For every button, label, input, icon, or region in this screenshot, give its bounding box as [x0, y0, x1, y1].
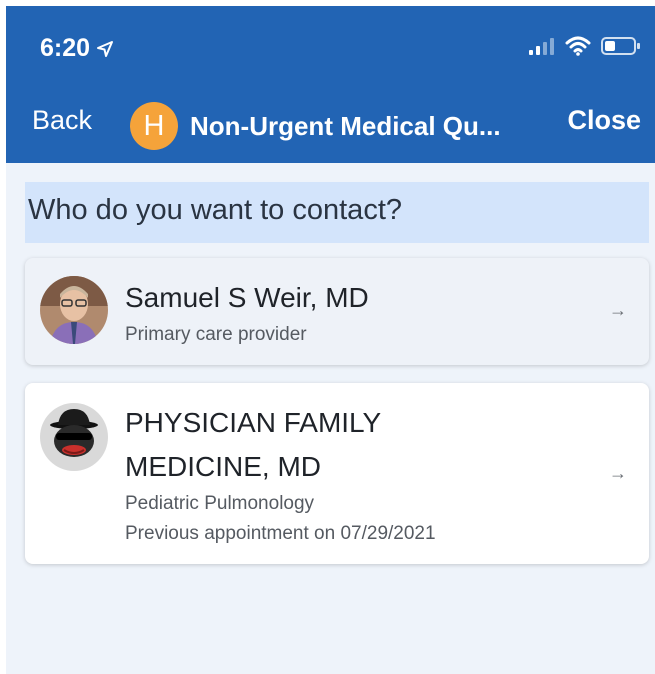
contact-prompt: Who do you want to contact? — [25, 182, 649, 243]
cellular-signal-icon — [529, 38, 554, 55]
provider-role: Primary care provider — [125, 324, 307, 345]
header-bar: 6:20 Back H Non-Urgent Medical Qu... Clo… — [6, 6, 655, 163]
provider-placeholder-avatar — [40, 403, 108, 471]
provider-name-line-2: MEDICINE, MD — [125, 451, 321, 482]
previous-appointment: Previous appointment on 07/29/2021 — [125, 523, 436, 544]
nav-title-group: H Non-Urgent Medical Qu... — [130, 102, 501, 150]
page-title: Non-Urgent Medical Qu... — [190, 110, 501, 141]
location-arrow-icon — [97, 40, 114, 57]
provider-specialty: Pediatric Pulmonology — [125, 493, 315, 514]
provider-photo-avatar — [40, 276, 108, 344]
provider-name: Samuel S Weir, MD — [125, 282, 369, 313]
provider-info: PHYSICIAN FAMILY MEDICINE, MD Pediatric … — [125, 401, 599, 549]
right-arrow-icon: → — [609, 463, 627, 483]
wifi-icon — [565, 36, 591, 56]
close-button[interactable]: Close — [567, 105, 641, 136]
organization-initial: H — [143, 109, 165, 142]
clock-text: 6:20 — [40, 34, 91, 62]
provider-card-physician-family-medicine[interactable]: PHYSICIAN FAMILY MEDICINE, MD Pediatric … — [25, 383, 649, 564]
status-time: 6:20 — [40, 34, 114, 63]
back-button[interactable]: Back — [32, 105, 92, 136]
status-icons — [529, 36, 641, 56]
provider-info: Samuel S Weir, MD Primary care provider — [125, 276, 599, 350]
organization-badge: H — [130, 102, 178, 150]
nav-bar: Back H Non-Urgent Medical Qu... Close — [6, 102, 655, 150]
provider-card-samuel-weir[interactable]: Samuel S Weir, MD Primary care provider … — [25, 258, 649, 365]
app-screen: 6:20 Back H Non-Urgent Medical Qu... Clo… — [6, 6, 655, 674]
right-arrow-icon: → — [609, 300, 627, 320]
battery-icon — [601, 37, 640, 55]
provider-name-line-1: PHYSICIAN FAMILY — [125, 407, 382, 438]
